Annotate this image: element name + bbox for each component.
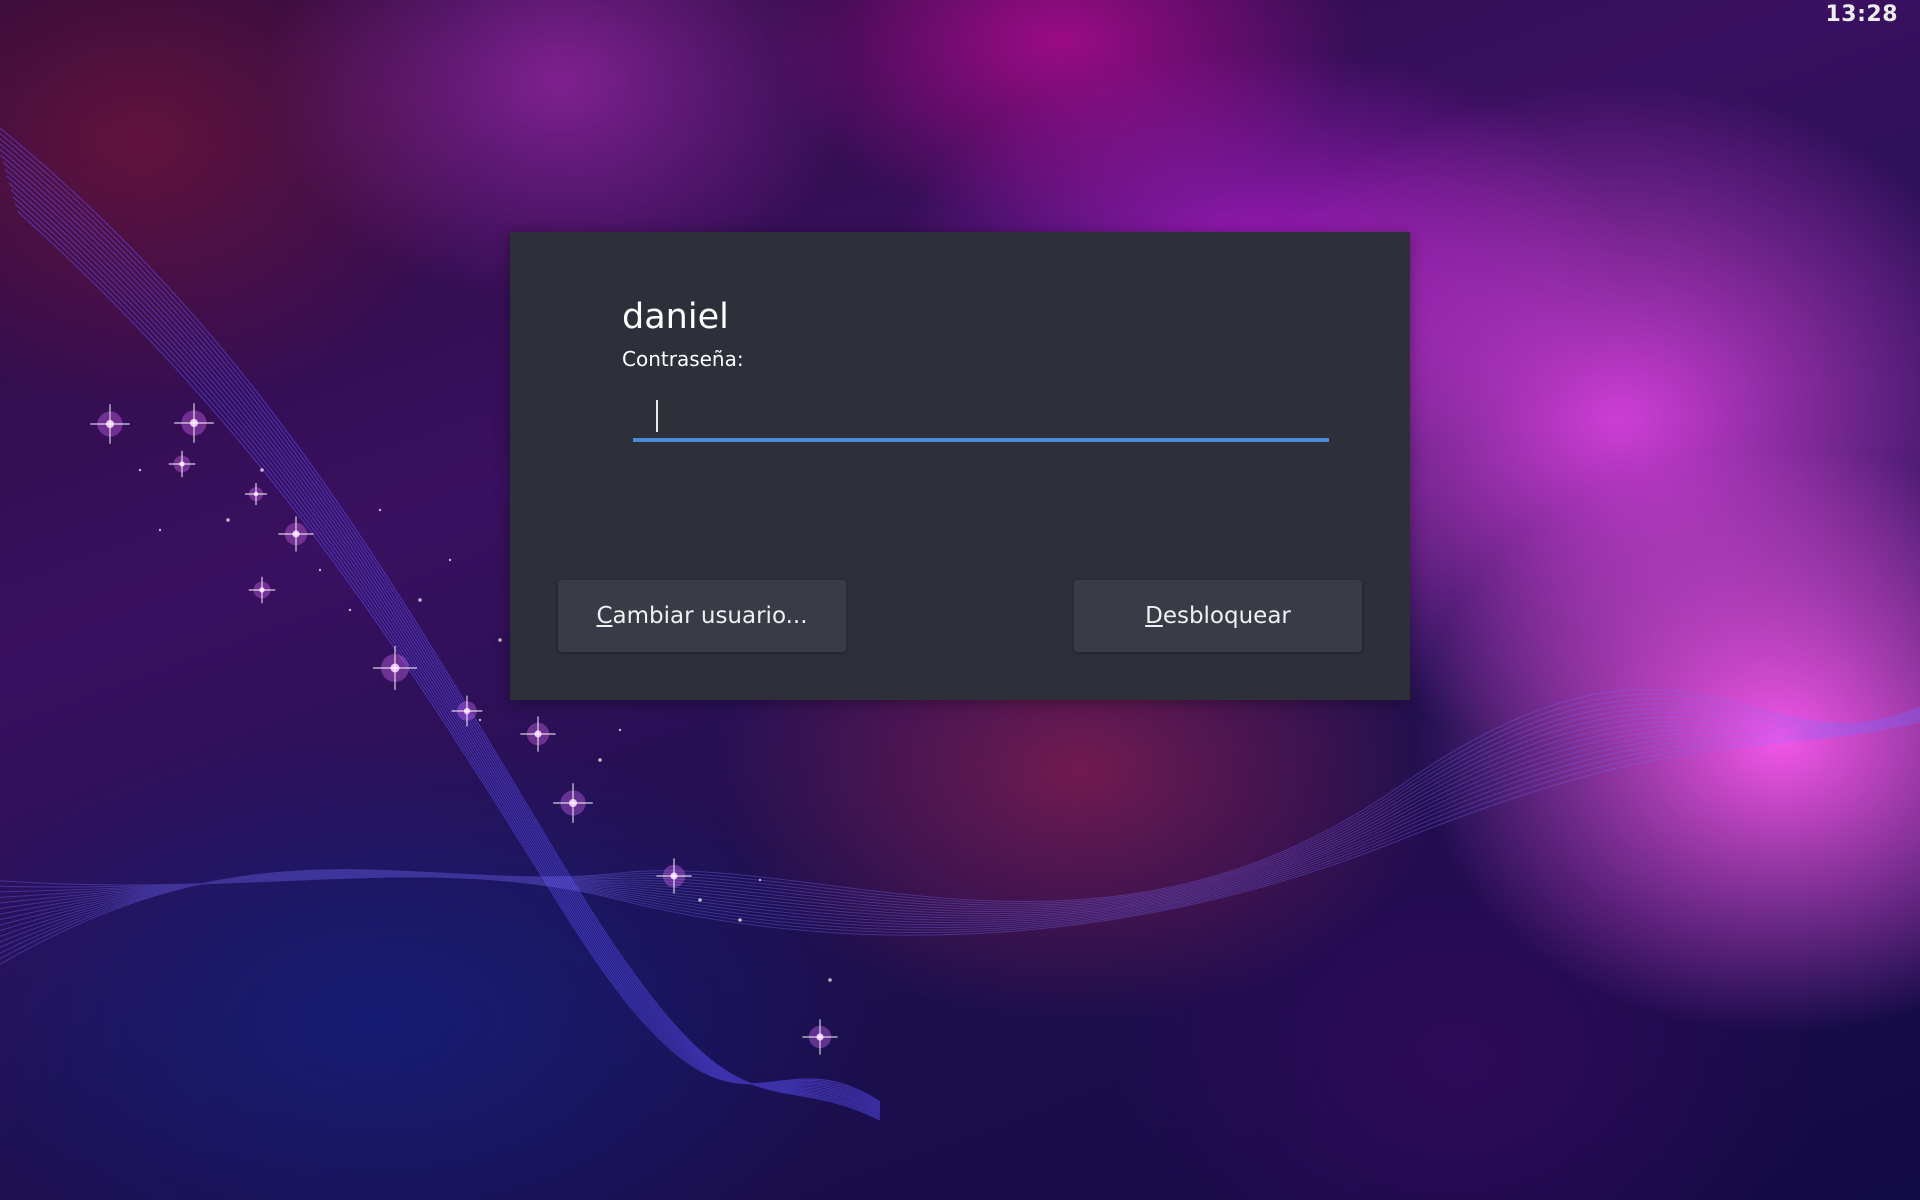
wallpaper-sparkle [598,758,602,762]
wallpaper-sparkle [498,638,502,642]
lock-screen: 13:28 daniel Contraseña: Cambiar usuario… [0,0,1920,1200]
wallpaper-sparkle [758,878,762,882]
wallpaper-sparkle [478,718,482,722]
switch-user-label: ambiar usuario... [612,603,808,629]
wallpaper-sparkle [226,518,230,522]
wallpaper-wave-line [0,698,1920,954]
switch-user-button[interactable]: Cambiar usuario... [558,580,846,652]
wallpaper-sparkle [828,978,832,982]
wallpaper-wave-line [0,721,1920,936]
wallpaper-sparkle [158,528,162,532]
wallpaper-wave-line [0,718,1920,928]
wallpaper-wave-line [0,707,1920,943]
unlock-label: esbloquear [1162,603,1291,629]
text-cursor [656,400,658,432]
wallpaper-wave-line [0,717,1920,926]
wallpaper-wave-line [0,713,1920,926]
wallpaper-wave-line [0,711,1920,937]
wallpaper-sparkle [698,898,702,902]
unlock-dialog: daniel Contraseña: Cambiar usuario... De… [510,232,1410,700]
password-label: Contraseña: [622,347,744,371]
wallpaper-sparkle [138,468,142,472]
wallpaper-sparkle [348,608,352,612]
wallpaper-sparkle [318,568,322,572]
password-field[interactable] [633,392,1329,442]
username-label: daniel [622,297,729,337]
wallpaper-sparkle [738,918,742,922]
wallpaper-sparkle [618,728,622,732]
wallpaper-wave-line [0,703,1920,949]
unlock-mnemonic: D [1145,603,1163,629]
password-input[interactable] [633,392,1329,438]
wallpaper-sparkle [378,508,382,512]
wallpaper-sparkle [448,558,452,562]
wallpaper-sparkle [260,468,264,472]
wallpaper-wave-line [0,712,1920,932]
unlock-button[interactable]: Desbloquear [1074,580,1362,652]
switch-user-mnemonic: C [596,603,613,629]
wallpaper-sparkle [418,598,422,602]
wallpaper-wave-line [0,714,1920,921]
wallpaper-wave-line [0,716,1920,924]
clock: 13:28 [1825,2,1898,27]
wallpaper-wave-line [0,720,1920,933]
wallpaper-wave-line [0,715,1920,921]
wallpaper-wave-line [0,688,1920,965]
